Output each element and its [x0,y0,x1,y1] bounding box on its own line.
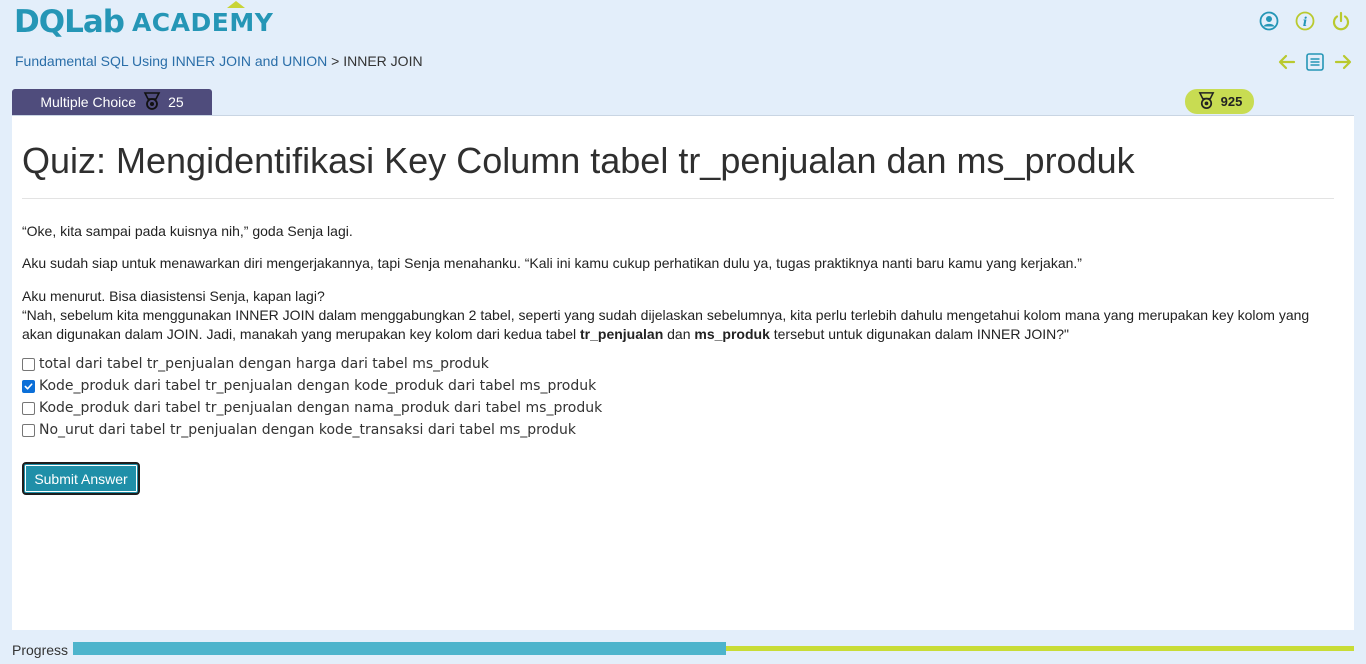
option-checkbox[interactable] [22,357,35,371]
user-icon[interactable] [1258,10,1280,32]
dqlab-logo[interactable]: DQLab ACADEMY [14,0,274,40]
question-text-part: dan [663,326,695,342]
question-intro: Aku menurut. Bisa diasistensi Senja, kap… [22,288,325,304]
logo-main-text: DQLab [14,4,125,40]
list-icon[interactable] [1304,51,1326,73]
option-checkbox[interactable] [22,401,35,415]
breadcrumb-current: INNER JOIN [343,53,423,69]
arrow-left-icon[interactable] [1276,51,1298,73]
logo-academy-text: ACADEMY [131,7,274,37]
tab-label: Multiple Choice [40,94,137,110]
option-checkbox[interactable] [22,379,35,393]
page-title: Quiz: Mengidentifikasi Key Column tabel … [22,140,1135,181]
answer-option[interactable]: No_urut dari tabel tr_penjualan dengan k… [22,419,602,441]
title-divider [22,198,1334,199]
info-icon[interactable]: i [1294,10,1316,32]
graduation-cap-icon [226,0,245,8]
header-actions: i [1258,10,1352,32]
option-label[interactable]: Kode_produk dari tabel tr_penjualan deng… [39,400,602,416]
breadcrumb: Fundamental SQL Using INNER JOIN and UNI… [15,53,423,69]
lesson-navigation [1276,51,1354,73]
table-name-tr-penjualan: tr_penjualan [580,326,664,342]
answer-options: total dari tabel tr_penjualan dengan har… [22,353,602,441]
progress-label: Progress [12,642,69,658]
medal-icon [1197,91,1216,113]
answer-option[interactable]: Kode_produk dari tabel tr_penjualan deng… [22,375,602,397]
quiz-card: Quiz: Mengidentifikasi Key Column tabel … [12,115,1354,630]
option-checkbox[interactable] [22,423,35,437]
option-label[interactable]: Kode_produk dari tabel tr_penjualan deng… [39,378,596,394]
submit-answer-button[interactable]: Submit Answer [22,462,140,495]
answer-option[interactable]: total dari tabel tr_penjualan dengan har… [22,353,602,375]
option-label[interactable]: No_urut dari tabel tr_penjualan dengan k… [39,422,576,438]
question-text-part: tersebut untuk digunakan dalam INNER JOI… [769,326,1069,342]
story-paragraph-2: Aku sudah siap untuk menawarkan diri men… [22,255,1082,271]
story-paragraph-1: “Oke, kita sampai pada kuisnya nih,” god… [22,223,353,239]
logo-sub-text: ACADEMY [131,0,274,37]
tab-points: 25 [168,94,184,110]
option-label[interactable]: total dari tabel tr_penjualan dengan har… [39,356,489,372]
score-badge: 925 [1185,89,1254,114]
medal-icon [142,91,162,114]
answer-option[interactable]: Kode_produk dari tabel tr_penjualan deng… [22,397,602,419]
breadcrumb-separator: > [331,53,340,69]
breadcrumb-course-link[interactable]: Fundamental SQL Using INNER JOIN and UNI… [15,53,327,69]
tab-multiple-choice[interactable]: Multiple Choice 25 [12,89,212,115]
question-text: “Nah, sebelum kita menggunakan INNER JOI… [22,306,1342,344]
power-icon[interactable] [1330,10,1352,32]
question-paragraph: Aku menurut. Bisa diasistensi Senja, kap… [22,287,1342,344]
table-name-ms-produk: ms_produk [694,326,770,342]
arrow-right-icon[interactable] [1332,51,1354,73]
score-value: 925 [1220,94,1243,109]
progress-fill [73,642,726,655]
svg-text:i: i [1303,15,1308,29]
